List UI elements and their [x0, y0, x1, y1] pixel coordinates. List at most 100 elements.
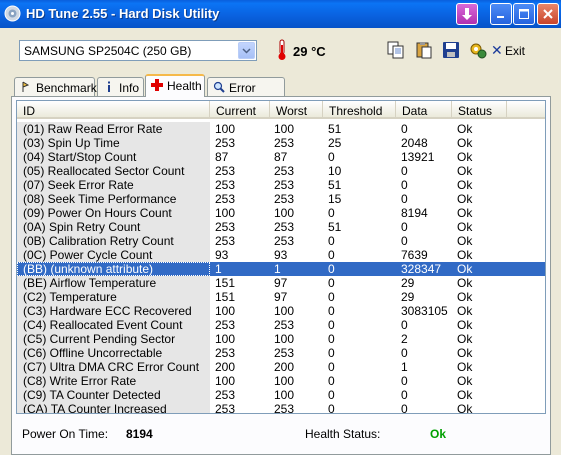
drive-select-dropdown-button[interactable]	[238, 42, 255, 59]
options-icon[interactable]	[469, 41, 487, 59]
table-row[interactable]: (BB) (unknown attribute) 1 1 0 328347 Ok	[17, 262, 545, 276]
cell-status: Ok	[457, 150, 473, 164]
table-row[interactable]: (07) Seek Error Rate 253 253 51 0 Ok	[17, 178, 545, 192]
cell-id: (0B) Calibration Retry Count	[17, 234, 210, 248]
cell-id: (05) Reallocated Sector Count	[17, 164, 210, 178]
table-row[interactable]: (C2) Temperature 151 97 0 29 Ok	[17, 290, 545, 304]
cell-data: 2048	[401, 136, 428, 150]
col-header-status[interactable]: Status	[452, 101, 507, 119]
cell-worst: 100	[274, 374, 295, 388]
table-header: ID Current Worst Threshold Data Status	[17, 101, 545, 119]
col-header-threshold[interactable]: Threshold	[323, 101, 396, 119]
cell-status: Ok	[457, 178, 473, 192]
close-button[interactable]	[537, 3, 559, 25]
cell-worst: 97	[274, 276, 288, 290]
table-row[interactable]: (C9) TA Counter Detected 253 100 0 0 Ok	[17, 388, 545, 402]
app-icon	[4, 5, 21, 22]
table-row[interactable]: (01) Raw Read Error Rate 100 100 51 0 Ok	[17, 122, 545, 136]
cell-threshold: 0	[328, 248, 335, 262]
cell-worst: 100	[274, 122, 295, 136]
minimize-button[interactable]	[490, 3, 512, 25]
table-row[interactable]: (05) Reallocated Sector Count 253 253 10 0 Ok	[17, 164, 545, 178]
table-row[interactable]: (C7) Ultra DMA CRC Error Count 200 200 0 1 Ok	[17, 360, 545, 374]
cell-id: (C9) TA Counter Detected	[17, 388, 210, 402]
cell-status: Ok	[457, 122, 473, 136]
cell-threshold: 10	[328, 164, 342, 178]
tab-info[interactable]: Info	[97, 77, 144, 96]
cell-data: 0	[401, 402, 408, 414]
thermometer-icon	[278, 39, 286, 60]
cell-threshold: 0	[328, 346, 335, 360]
col-header-data[interactable]: Data	[396, 101, 452, 119]
drive-select[interactable]: SAMSUNG SP2504C (250 GB)	[19, 40, 257, 61]
cell-current: 253	[215, 164, 236, 178]
save-icon[interactable]	[442, 41, 460, 59]
smart-attribute-table[interactable]: ID Current Worst Threshold Data Status (…	[16, 100, 546, 414]
col-header-id[interactable]: ID	[17, 101, 210, 119]
table-row[interactable]: (BE) Airflow Temperature 151 97 0 29 Ok	[17, 276, 545, 290]
cell-threshold: 0	[328, 304, 335, 318]
table-row[interactable]: (0B) Calibration Retry Count 253 253 0 0 Ok	[17, 234, 545, 248]
cell-threshold: 51	[328, 220, 342, 234]
cell-status: Ok	[457, 346, 473, 360]
cell-threshold: 0	[328, 234, 335, 248]
col-header-worst[interactable]: Worst	[270, 101, 323, 119]
temperature-readout: 29 °C	[293, 44, 326, 59]
cell-status: Ok	[457, 402, 473, 414]
cell-current: 200	[215, 360, 236, 374]
table-row[interactable]: (C6) Offline Uncorrectable 253 253 0 0 Ok	[17, 346, 545, 360]
cell-worst: 253	[274, 402, 295, 414]
exit-button[interactable]: ✕ Exit	[491, 42, 525, 58]
table-row[interactable]: (C8) Write Error Rate 100 100 0 0 Ok	[17, 374, 545, 388]
maximize-button[interactable]	[513, 3, 535, 25]
cell-id: (03) Spin Up Time	[17, 136, 210, 150]
cell-status: Ok	[457, 192, 473, 206]
cell-worst: 100	[274, 332, 295, 346]
close-icon	[543, 9, 553, 19]
table-row[interactable]: (04) Start/Stop Count 87 87 0 13921 Ok	[17, 150, 545, 164]
title-bar: HD Tune 2.55 - Hard Disk Utility	[0, 0, 561, 28]
cell-data: 13921	[401, 150, 435, 164]
paste-icon[interactable]	[415, 41, 433, 59]
cell-id: (C8) Write Error Rate	[17, 374, 210, 388]
health-status-label: Health Status:	[305, 427, 381, 441]
cell-worst: 253	[274, 178, 295, 192]
table-row[interactable]: (09) Power On Hours Count 100 100 0 8194 Ok	[17, 206, 545, 220]
cell-current: 100	[215, 206, 236, 220]
col-header-current[interactable]: Current	[210, 101, 270, 119]
table-row[interactable]: (C4) Reallocated Event Count 253 253 0 0 Ok	[17, 318, 545, 332]
cell-worst: 253	[274, 192, 295, 206]
table-row[interactable]: (C5) Current Pending Sector 100 100 0 2 Ok	[17, 332, 545, 346]
cell-worst: 253	[274, 318, 295, 332]
cell-threshold: 0	[328, 290, 335, 304]
cell-id: (01) Raw Read Error Rate	[17, 122, 210, 136]
benchmark-icon	[22, 81, 30, 92]
table-row[interactable]: (C3) Hardware ECC Recovered 100 100 0 308310…	[17, 304, 545, 318]
table-row[interactable]: (0C) Power Cycle Count 93 93 0 7639 Ok	[17, 248, 545, 262]
table-row[interactable]: (0A) Spin Retry Count 253 253 51 0 Ok	[17, 220, 545, 234]
cell-id: (09) Power On Hours Count	[17, 206, 210, 220]
cell-status: Ok	[457, 276, 473, 290]
download-button[interactable]	[456, 3, 478, 25]
power-on-label: Power On Time:	[22, 427, 109, 441]
cell-id: (0A) Spin Retry Count	[17, 220, 210, 234]
table-row[interactable]: (03) Spin Up Time 253 253 25 2048 Ok	[17, 136, 545, 150]
cell-data: 0	[401, 164, 408, 178]
copy-icon[interactable]	[387, 41, 405, 59]
cell-current: 253	[215, 220, 236, 234]
table-row[interactable]: (CA) TA Counter Increased 253 253 0 0 Ok	[17, 402, 545, 414]
tab-benchmark-label: Benchmark	[36, 81, 97, 95]
cell-current: 87	[215, 150, 229, 164]
tab-health[interactable]: Health	[145, 74, 205, 97]
cell-threshold: 0	[328, 318, 335, 332]
cell-current: 93	[215, 248, 229, 262]
tab-error-scan[interactable]: Error Scan	[207, 77, 285, 109]
cell-id: (0C) Power Cycle Count	[17, 248, 210, 262]
table-row[interactable]: (08) Seek Time Performance 253 253 15 0 Ok	[17, 192, 545, 206]
tab-benchmark[interactable]: Benchmark	[14, 77, 97, 96]
cell-current: 253	[215, 346, 236, 360]
cell-threshold: 51	[328, 122, 342, 136]
health-cross-icon	[151, 79, 163, 91]
cell-data: 0	[401, 192, 408, 206]
cell-data: 0	[401, 220, 408, 234]
